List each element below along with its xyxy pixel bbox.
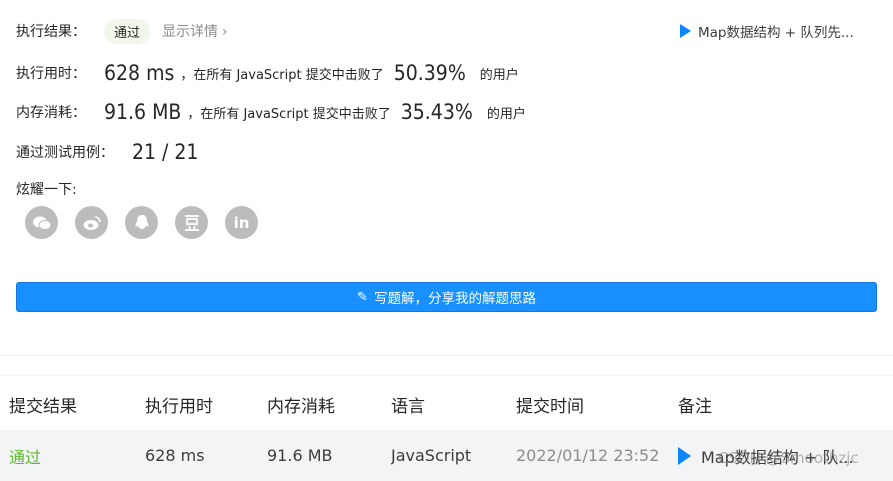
row-memory: 91.6 MB [267,446,333,465]
share-row: 炫耀一下: [16,178,77,200]
chevron-right-icon: › [222,24,228,40]
runtime-percent-sign: % [447,61,466,85]
douban-icon-glyph [184,214,199,231]
memory-row: 内存消耗： 91.6 MB ，在所有 JavaScript 提交中击败了 35.… [16,97,526,127]
douban-icon[interactable] [175,206,208,239]
testcases-label: 通过测试用例： [16,145,114,161]
row-submit-time: 2022/01/12 23:52 [516,446,660,465]
write-solution-button[interactable]: ✎ 写题解，分享我的解题思路 [16,282,877,312]
memory-percent: 35.43 [400,100,455,124]
row-runtime: 628 ms [145,446,205,465]
weibo-icon-glyph [83,215,101,230]
header-result: 提交结果 [9,396,77,417]
runtime-value: 628 [104,61,141,85]
divider [0,355,893,356]
testcases-value: 21 / 21 [132,140,199,164]
execution-result-row: 执行结果： 通过 显示详情 › [16,18,228,44]
wechat-icon-glyph [32,216,51,230]
result-label: 执行结果： [16,24,86,40]
divider [0,375,893,376]
linkedin-icon[interactable]: in [225,206,258,239]
problem-title: Map数据结构 + 队列先... [698,25,854,41]
header-memory: 内存消耗 [267,396,335,417]
runtime-unit: ms [146,61,175,85]
share-label: 炫耀一下: [16,182,77,198]
row-language: JavaScript [391,446,472,465]
runtime-tail-text: 的用户 [479,67,519,83]
watermark: CSDN @Smoothzjc [718,449,859,467]
qq-icon-glyph [134,214,149,229]
testcases-row: 通过测试用例： 21 / 21 [16,137,198,167]
memory-percent-sign: % [454,100,473,124]
show-details-label: 显示详情 [162,24,219,40]
status-badge: 通过 [104,18,151,44]
runtime-label: 执行用时： [16,66,86,82]
memory-label: 内存消耗： [16,105,86,121]
memory-beat-text: ，在所有 JavaScript 提交中击败了 [187,106,391,122]
play-icon [678,446,691,465]
row-result-link[interactable]: 通过 [9,430,41,481]
submissions-table-header: 提交结果 执行用时 内存消耗 语言 提交时间 备注 [0,381,893,427]
memory-value: 91.6 [104,100,147,124]
problem-link[interactable]: Map数据结构 + 队列先... [680,18,854,44]
header-runtime: 执行用时 [145,396,213,417]
show-details-link[interactable]: 显示详情 › [162,21,228,41]
runtime-row: 执行用时： 628 ms ，在所有 JavaScript 提交中击败了 50.3… [16,58,519,88]
header-notes: 备注 [678,396,712,417]
qq-icon[interactable] [125,206,158,239]
memory-unit: MB [152,100,182,124]
share-icons: in [25,206,258,239]
wechat-icon[interactable] [25,206,58,239]
runtime-beat-text: ，在所有 JavaScript 提交中击败了 [180,67,384,83]
play-icon [680,24,691,38]
runtime-percent: 50.39 [393,61,448,85]
weibo-icon[interactable] [75,206,108,239]
write-solution-label: 写题解，分享我的解题思路 [373,291,536,307]
header-submit-time: 提交时间 [516,396,584,417]
pencil-icon: ✎ [357,289,368,305]
memory-tail-text: 的用户 [486,106,526,122]
header-language: 语言 [391,396,425,417]
